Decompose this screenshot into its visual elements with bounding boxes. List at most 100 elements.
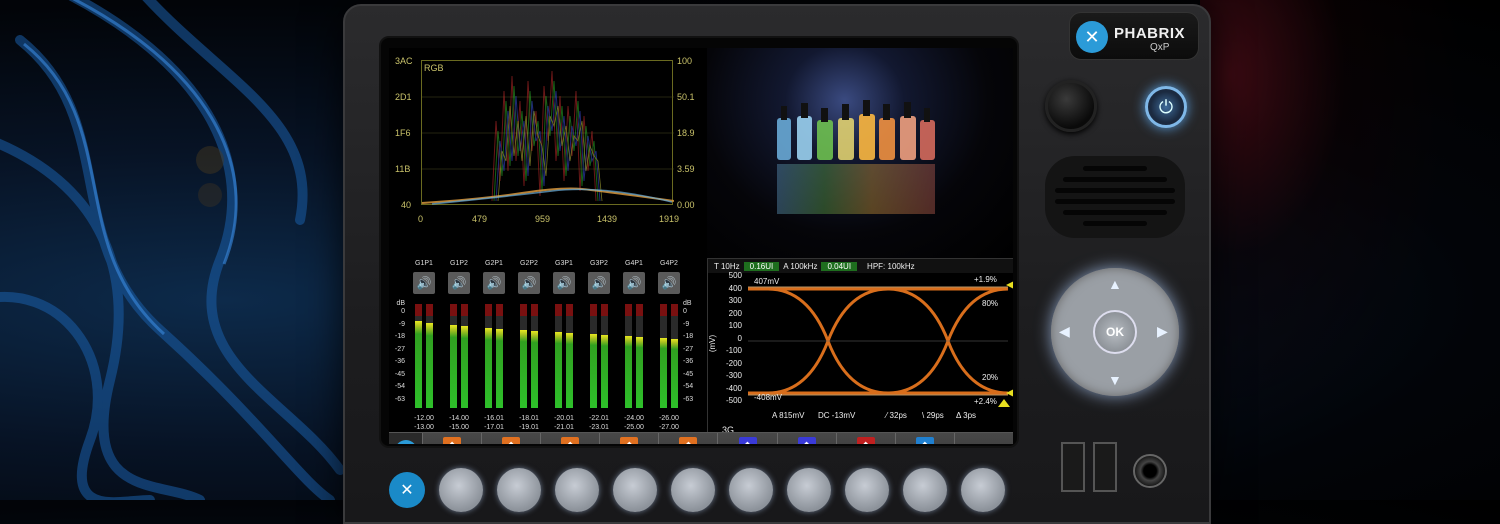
waveform-mode-label: RGB bbox=[424, 63, 444, 73]
phabrix-x-icon: ✕ bbox=[394, 440, 417, 444]
dpad-right-button[interactable]: ▶ bbox=[1157, 323, 1168, 340]
power-button[interactable]: ⏻ bbox=[1145, 86, 1187, 128]
wave-y-left-4: 40 bbox=[401, 200, 412, 210]
wave-x-3: 1439 bbox=[597, 214, 618, 224]
waveform-icon: ◆ bbox=[502, 437, 521, 444]
meter-value-bottom: -27.00 bbox=[659, 424, 679, 431]
meter-channel-label: G2P1 bbox=[485, 260, 503, 267]
softkey-4[interactable] bbox=[613, 468, 657, 512]
brand-badge: ✕ PHABRIX QxP bbox=[1069, 12, 1199, 60]
eye-pattern-panel[interactable]: T 10Hz 0.16UI A 100kHz 0.04UI HPF: 100kH… bbox=[707, 258, 1013, 435]
wave-y-left-3: 11B bbox=[395, 164, 411, 174]
wave-y-left-1: 2D1 bbox=[395, 92, 412, 102]
meter-channel-label: G3P1 bbox=[555, 260, 573, 267]
nav-audio-meters-button[interactable]: ◆Audio Meters bbox=[659, 433, 719, 444]
audio-meter: G3P2 🔊 -22.01 -23.01 bbox=[586, 258, 612, 434]
meter-bar bbox=[625, 304, 632, 408]
meter-bar bbox=[671, 304, 678, 408]
meter-value-bottom: -19.01 bbox=[519, 424, 539, 431]
softkey-1[interactable] bbox=[439, 468, 483, 512]
meter-value-top: -26.00 bbox=[659, 415, 679, 422]
audio-scale-right: -45 bbox=[683, 370, 694, 378]
softkey-6[interactable] bbox=[729, 468, 773, 512]
softkey-8[interactable] bbox=[845, 468, 889, 512]
meter-bar bbox=[461, 304, 468, 408]
speaker-icon[interactable]: 🔊 bbox=[658, 272, 680, 294]
nav-cie-button[interactable]: ◆CIE bbox=[600, 433, 660, 444]
audio-scale-right: -18 bbox=[683, 333, 694, 340]
brand-model: QxP bbox=[1150, 42, 1170, 53]
meter-bar bbox=[450, 304, 457, 408]
eye-rise: ⁄ 32ps bbox=[886, 411, 907, 420]
eye-amplitude: A 815mV bbox=[772, 411, 805, 420]
meter-value-top: -12.00 bbox=[414, 415, 434, 422]
background-glow bbox=[1200, 0, 1500, 500]
speaker-icon[interactable]: 🔊 bbox=[483, 272, 505, 294]
wave-y-right-0: 100 bbox=[677, 56, 693, 66]
meter-bar bbox=[426, 304, 433, 408]
nav-vectorscope-button[interactable]: ◆Vectorscope bbox=[541, 433, 601, 444]
softkey-7[interactable] bbox=[787, 468, 831, 512]
softkey-10[interactable] bbox=[961, 468, 1005, 512]
audio-meter: G2P1 🔊 -16.01 -17.01 bbox=[481, 258, 507, 434]
dpad-left-button[interactable]: ◀ bbox=[1059, 323, 1070, 340]
eye-overshoot-bottom: +2.4% bbox=[974, 397, 997, 406]
nav-eye-button[interactable]: ◆Eye bbox=[718, 433, 778, 444]
audio-scale-unit-right: dB bbox=[683, 300, 692, 307]
screen-bezel: 3AC 2D1 1F6 11B 40 100 50.1 18.9 3.59 0.… bbox=[379, 36, 1019, 448]
picture-panel[interactable] bbox=[707, 48, 1013, 258]
speaker-icon[interactable]: 🔊 bbox=[448, 272, 470, 294]
nav-next-button[interactable]: Next... bbox=[954, 433, 1013, 444]
meter-channel-label: G1P1 bbox=[415, 260, 433, 267]
nav-picture-button[interactable]: ◆Picture bbox=[423, 433, 483, 444]
eye-pct-20: 20% bbox=[982, 373, 999, 382]
display-screen: 3AC 2D1 1F6 11B 40 100 50.1 18.9 3.59 0.… bbox=[389, 48, 1013, 444]
ok-button[interactable]: OK bbox=[1093, 310, 1137, 354]
meter-value-top: -16.01 bbox=[484, 415, 504, 422]
background-cables bbox=[0, 0, 345, 500]
eye-dc: DC -13mV bbox=[818, 411, 856, 420]
headphone-jack bbox=[1133, 454, 1167, 488]
speaker-icon[interactable]: 🔊 bbox=[413, 272, 435, 294]
wave-y-right-2: 18.9 bbox=[677, 128, 695, 138]
rotary-knob[interactable] bbox=[1045, 80, 1097, 132]
meter-value-bottom: -25.00 bbox=[624, 424, 644, 431]
audio-scale-right: -54 bbox=[683, 383, 694, 390]
meter-value-bottom: -23.01 bbox=[589, 424, 609, 431]
meter-value-top: -18.01 bbox=[519, 415, 539, 422]
speaker-icon[interactable]: 🔊 bbox=[518, 272, 540, 294]
nav-waveform-button[interactable]: ◆Waveform bbox=[482, 433, 542, 444]
softkey-9[interactable] bbox=[903, 468, 947, 512]
dpad-down-button[interactable]: ▼ bbox=[1108, 372, 1122, 388]
waveform-panel[interactable]: 3AC 2D1 1F6 11B 40 100 50.1 18.9 3.59 0.… bbox=[389, 48, 707, 258]
wave-y-right-3: 3.59 bbox=[677, 164, 695, 174]
meter-bar bbox=[566, 304, 573, 408]
audio-scale-right: 0 bbox=[683, 308, 687, 315]
cie-icon: ◆ bbox=[620, 437, 639, 444]
audio-scale-left: 0 bbox=[401, 308, 405, 315]
home-key[interactable]: ✕ bbox=[389, 472, 425, 508]
softkey-5[interactable] bbox=[671, 468, 715, 512]
qxp-device: ✕ PHABRIX QxP ⏻ ▲ ▼ ◀ ▶ OK ✕ 3AC 2D1 1F6… bbox=[343, 4, 1211, 524]
eye-icon: ◆ bbox=[738, 437, 757, 444]
eye-delta: Δ 3ps bbox=[956, 411, 977, 420]
dpad-up-button[interactable]: ▲ bbox=[1108, 276, 1122, 292]
home-nav-button[interactable]: ✕ bbox=[389, 433, 423, 444]
jitter-icon: ◆ bbox=[797, 437, 816, 444]
audio-meters-panel[interactable]: dB dB 0 0 -9 -9 -18 -18 -27 -27 -36 -36 -45 -45 -54 -… bbox=[389, 258, 707, 434]
nav-stats-a-button[interactable]: ◆Stats A bbox=[836, 433, 896, 444]
nav-jitter-button[interactable]: ◆Jitter bbox=[777, 433, 837, 444]
power-icon: ⏻ bbox=[1158, 96, 1174, 117]
eye-min-level: -408mV bbox=[754, 393, 783, 402]
meter-bar bbox=[415, 304, 422, 408]
eye-max-level: 407mV bbox=[754, 277, 780, 286]
meter-value-top: -22.01 bbox=[589, 415, 609, 422]
speaker-icon[interactable]: 🔊 bbox=[588, 272, 610, 294]
nav-generator-button[interactable]: ◆Generator bbox=[895, 433, 955, 444]
speaker-icon[interactable]: 🔊 bbox=[553, 272, 575, 294]
softkey-2[interactable] bbox=[497, 468, 541, 512]
meter-channel-label: G4P2 bbox=[660, 260, 678, 267]
speaker-icon[interactable]: 🔊 bbox=[623, 272, 645, 294]
softkey-3[interactable] bbox=[555, 468, 599, 512]
audio-scale-left: -63 bbox=[394, 395, 405, 403]
